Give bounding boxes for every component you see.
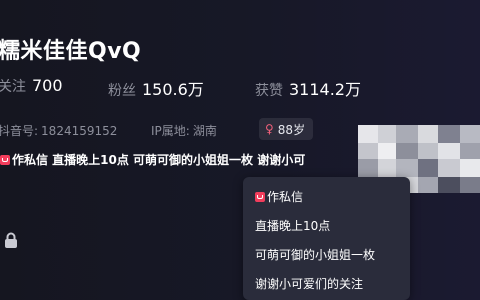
tooltip-line: 谢谢小可爱们的关注 bbox=[255, 277, 364, 291]
stat-following-label: 关注 bbox=[0, 79, 26, 95]
tooltip-line-text: 作私信 bbox=[267, 190, 304, 204]
message-icon bbox=[255, 192, 265, 202]
stat-likes: 获赞 3114.2万 bbox=[255, 76, 361, 100]
profile-name: 糯米佳佳QvQ bbox=[0, 39, 142, 64]
tooltip-line: 可萌可御的小姐姐一枚 bbox=[255, 248, 376, 262]
age-value: 88岁 bbox=[277, 122, 306, 137]
douyin-id-label: 抖音号: bbox=[0, 124, 39, 138]
douyin-id: 抖音号: 1824159152 bbox=[0, 122, 117, 139]
lock-icon bbox=[5, 232, 17, 248]
stat-followers-label: 粉丝 bbox=[108, 83, 136, 99]
stat-followers[interactable]: 粉丝 150.6万 bbox=[108, 76, 204, 100]
stat-likes-label: 获赞 bbox=[255, 83, 283, 99]
stat-likes-value: 3114.2万 bbox=[289, 80, 361, 99]
bio-tooltip: 作私信 直播晚上10点 可萌可御的小姐姐一枚 谢谢小可爱们的关注 bbox=[243, 177, 410, 300]
female-symbol-icon: ♀ bbox=[265, 122, 274, 136]
stat-following[interactable]: 关注 700 bbox=[0, 76, 63, 96]
stat-following-value: 700 bbox=[32, 76, 63, 95]
message-icon bbox=[0, 155, 10, 165]
stat-followers-value: 150.6万 bbox=[142, 80, 204, 99]
bio-preview-text: 作私信 直播晚上10点 可萌可御的小姐姐一枚 谢谢小可 bbox=[12, 153, 306, 167]
bio-preview[interactable]: 作私信 直播晚上10点 可萌可御的小姐姐一枚 谢谢小可 bbox=[0, 151, 305, 168]
tooltip-line: 作私信 bbox=[255, 188, 303, 205]
ip-location: IP属地: 湖南 bbox=[151, 122, 217, 139]
age-badge: ♀ 88岁 bbox=[259, 118, 314, 140]
ip-location-value: 湖南 bbox=[192, 124, 217, 138]
ip-location-label: IP属地: bbox=[151, 124, 190, 138]
douyin-id-value: 1824159152 bbox=[41, 124, 118, 138]
tooltip-line: 直播晚上10点 bbox=[255, 219, 331, 233]
